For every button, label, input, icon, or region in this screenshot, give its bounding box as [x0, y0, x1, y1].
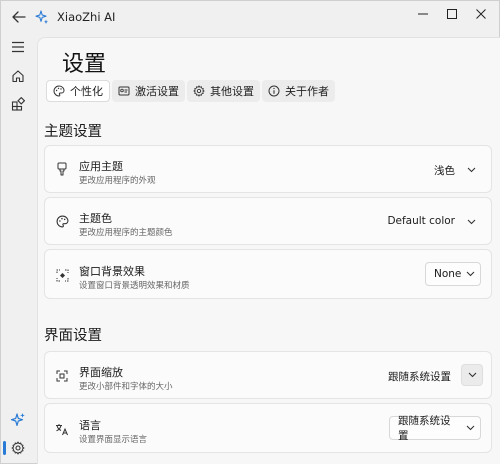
gear-icon[interactable]	[7, 437, 29, 459]
close-icon	[476, 9, 486, 19]
setting-title: 应用主题	[79, 160, 123, 173]
app-window: XiaoZhi AI 设置 个性化 激活设置 其他设置 关于作者 主题设置 应用…	[0, 0, 500, 464]
section-title-interface: 界面设置	[44, 328, 102, 344]
tab-label: 个性化	[70, 85, 103, 98]
theme-color-dropdown-value[interactable]: Default color	[387, 215, 455, 227]
tab-activation[interactable]: 激活设置	[112, 80, 185, 102]
setting-title: 界面缩放	[79, 366, 123, 379]
combobox-value: 跟随系统设置	[398, 415, 451, 442]
chevron-down-icon	[461, 271, 480, 277]
app-title: XiaoZhi AI	[57, 10, 116, 24]
setting-card-language: 语言 设置界面显示语言 跟随系统设置	[44, 403, 492, 453]
setting-card-theme-color: 主题色 更改应用程序的主题颜色 Default color	[44, 197, 492, 245]
settings-page: 设置 个性化 激活设置 其他设置 关于作者 主题设置 应用主题 更改应用程序的外…	[37, 37, 500, 464]
setting-description: 设置窗口背景透明效果和材质	[79, 281, 190, 291]
minimize-icon	[418, 13, 428, 15]
combobox-value: None	[434, 268, 462, 280]
setting-card-app-theme: 应用主题 更改应用程序的外观 浅色	[44, 145, 492, 193]
setting-card-window-background: 窗口背景效果 设置窗口背景透明效果和材质 None	[44, 249, 492, 299]
setting-description: 更改应用程序的外观	[79, 176, 156, 186]
gear-icon	[193, 85, 205, 97]
tab-about-author[interactable]: 关于作者	[262, 80, 335, 102]
setting-title: 语言	[79, 419, 101, 432]
tab-label: 关于作者	[285, 85, 329, 98]
language-combobox[interactable]: 跟随系统设置	[389, 415, 481, 442]
hamburger-menu-icon[interactable]	[7, 36, 29, 58]
setting-description: 更改小部件和字体的大小	[79, 382, 173, 392]
page-title: 设置	[62, 52, 107, 77]
palette-icon	[55, 214, 69, 228]
title-bar: XiaoZhi AI	[1, 1, 500, 35]
setting-card-ui-scaling: 界面缩放 更改小部件和字体的大小 跟随系统设置	[44, 351, 492, 399]
maximize-icon	[447, 9, 457, 19]
brush-icon	[55, 162, 69, 176]
app-theme-dropdown-value[interactable]: 浅色	[434, 163, 455, 178]
setting-description: 设置界面显示语言	[79, 435, 148, 445]
scale-icon	[55, 369, 69, 383]
chevron-down-icon	[460, 425, 480, 431]
back-arrow-icon[interactable]	[9, 7, 29, 27]
section-title-theme: 主题设置	[44, 124, 102, 140]
close-button[interactable]	[463, 1, 499, 27]
tab-label: 激活设置	[135, 85, 179, 98]
setting-description: 更改应用程序的主题颜色	[79, 228, 173, 238]
tab-label: 其他设置	[210, 85, 254, 98]
setting-title: 窗口背景效果	[79, 265, 145, 278]
tab-bar: 个性化 激活设置 其他设置 关于作者	[46, 80, 335, 102]
activation-icon	[118, 86, 130, 96]
palette-icon	[53, 85, 65, 97]
rail-selection-indicator	[3, 441, 6, 455]
chevron-down-icon	[468, 372, 476, 378]
info-icon	[268, 85, 280, 97]
chevron-down-icon[interactable]	[465, 216, 477, 228]
chevron-down-icon[interactable]	[465, 164, 477, 176]
tab-personalization[interactable]: 个性化	[46, 80, 110, 102]
transparency-icon	[55, 268, 69, 282]
home-icon[interactable]	[7, 65, 29, 87]
setting-title: 主题色	[79, 212, 112, 225]
tab-other-settings[interactable]: 其他设置	[187, 80, 260, 102]
language-icon	[55, 422, 69, 436]
sparkle-icon[interactable]	[7, 409, 29, 431]
sparkle-icon	[35, 10, 49, 24]
ui-scaling-dropdown-value[interactable]: 跟随系统设置	[388, 369, 451, 384]
chevron-down-button[interactable]	[461, 364, 483, 386]
apps-icon[interactable]	[7, 93, 29, 115]
window-background-combobox[interactable]: None	[425, 262, 481, 286]
